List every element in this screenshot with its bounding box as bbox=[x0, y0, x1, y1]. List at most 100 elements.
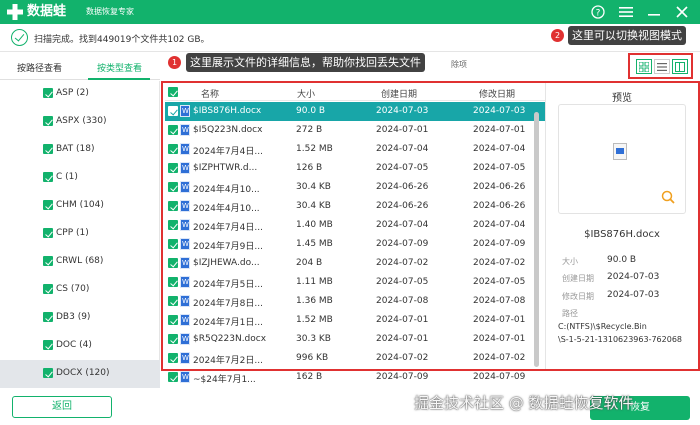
sidebar-item-db3[interactable]: DB3 (9) bbox=[0, 304, 160, 332]
cell-name: 2024年7月5日... bbox=[193, 280, 263, 290]
column-modified[interactable]: 修改日期 bbox=[479, 87, 515, 100]
sidebar-item-cpp[interactable]: CPP (1) bbox=[0, 220, 160, 248]
cell-modified: 2024-07-09 bbox=[473, 372, 526, 382]
checkbox[interactable] bbox=[43, 256, 53, 266]
row-checkbox[interactable] bbox=[168, 315, 178, 325]
sidebar-item-label: BAT (18) bbox=[56, 144, 95, 154]
watermark-text: 掘金技术社区 @ 数据蛙恢复软件 bbox=[414, 394, 634, 412]
checkbox[interactable] bbox=[43, 340, 53, 350]
table-row[interactable]: $R5Q223N.docx 30.3 KB 2024-07-01 2024-07-01 bbox=[165, 330, 545, 349]
back-button[interactable]: 返回 bbox=[12, 396, 112, 418]
cell-name: 2024年7月1日... bbox=[193, 318, 263, 328]
sidebar-item-asp[interactable]: ASP (2) bbox=[0, 80, 160, 108]
sidebar-item-cs[interactable]: CS (70) bbox=[0, 276, 160, 304]
table-row[interactable]: 2024年7月8日... 1.36 MB 2024-07-08 2024-07-08 bbox=[165, 292, 545, 311]
close-icon[interactable] bbox=[673, 3, 691, 21]
tab-by-path[interactable]: 按路径查看 bbox=[17, 61, 62, 74]
row-checkbox[interactable] bbox=[168, 239, 178, 249]
cell-name: 2024年7月4日... bbox=[193, 147, 263, 157]
select-all-checkbox[interactable] bbox=[168, 87, 178, 97]
annotation-badge-2: 2 bbox=[551, 29, 564, 42]
table-row[interactable]: 2024年7月2日... 996 KB 2024-07-02 2024-07-02 bbox=[165, 349, 545, 368]
checkbox[interactable] bbox=[43, 312, 53, 322]
cell-name: 2024年7月2日... bbox=[193, 356, 263, 366]
list-view-icon[interactable] bbox=[654, 59, 670, 74]
preview-size-label: 大小 bbox=[562, 257, 578, 266]
checkbox[interactable] bbox=[43, 200, 53, 210]
table-scrollbar[interactable] bbox=[534, 112, 539, 367]
table-row[interactable]: 2024年4月10... 30.4 KB 2024-06-26 2024-06-26 bbox=[165, 197, 545, 216]
minimize-icon[interactable] bbox=[645, 3, 663, 21]
zoom-icon[interactable] bbox=[661, 190, 675, 204]
row-checkbox[interactable] bbox=[168, 201, 178, 211]
checkbox[interactable] bbox=[43, 144, 53, 154]
row-checkbox[interactable] bbox=[168, 277, 178, 287]
row-checkbox[interactable] bbox=[168, 182, 178, 192]
row-checkbox[interactable] bbox=[168, 353, 178, 363]
table-row[interactable]: 2024年7月1日... 1.52 MB 2024-07-01 2024-07-01 bbox=[165, 311, 545, 330]
cell-created: 2024-06-26 bbox=[376, 182, 429, 192]
table-row[interactable]: ~$24年7月1... 162 B 2024-07-09 2024-07-09 bbox=[165, 368, 545, 387]
view-tabs: 按路径查看 按类型查看 bbox=[0, 52, 160, 80]
row-checkbox[interactable] bbox=[168, 106, 178, 116]
sidebar-item-docx[interactable]: DOCX (120) bbox=[0, 360, 160, 388]
cell-created: 2024-07-01 bbox=[376, 125, 429, 135]
sidebar-item-doc[interactable]: DOC (4) bbox=[0, 332, 160, 360]
grid-view-icon[interactable] bbox=[636, 59, 652, 74]
sidebar-item-aspx[interactable]: ASPX (330) bbox=[0, 108, 160, 136]
checkbox[interactable] bbox=[43, 284, 53, 294]
table-row[interactable]: $IZJHEWA.do... 204 B 2024-07-02 2024-07-02 bbox=[165, 254, 545, 273]
cell-modified: 2024-06-26 bbox=[473, 201, 526, 211]
table-row[interactable]: 2024年7月5日... 1.11 MB 2024-07-05 2024-07-05 bbox=[165, 273, 545, 292]
table-row[interactable]: 2024年4月10... 30.4 KB 2024-06-26 2024-06-26 bbox=[165, 178, 545, 197]
cell-name: 2024年7月8日... bbox=[193, 299, 263, 309]
annotation-badge-1: 1 bbox=[168, 56, 181, 69]
row-checkbox[interactable] bbox=[168, 372, 178, 382]
row-checkbox[interactable] bbox=[168, 144, 178, 154]
docx-file-icon bbox=[180, 105, 190, 117]
view-mode-switch bbox=[628, 53, 693, 79]
checkbox[interactable] bbox=[43, 116, 53, 126]
cell-size: 1.36 MB bbox=[296, 296, 333, 306]
app-subtitle: 数据恢复专家 bbox=[86, 7, 134, 16]
table-row[interactable]: $IBS876H.docx 90.0 B 2024-07-03 2024-07-03 bbox=[165, 102, 545, 121]
tab-by-type[interactable]: 按类型查看 bbox=[97, 61, 142, 74]
cell-name: 2024年4月10... bbox=[193, 204, 260, 214]
checkbox[interactable] bbox=[43, 228, 53, 238]
cell-size: 30.4 KB bbox=[296, 201, 331, 211]
table-header: 名称 大小 创建日期 修改日期 bbox=[165, 83, 545, 101]
table-row[interactable]: 2024年7月4日... 1.40 MB 2024-07-04 2024-07-04 bbox=[165, 216, 545, 235]
row-checkbox[interactable] bbox=[168, 220, 178, 230]
row-checkbox[interactable] bbox=[168, 334, 178, 344]
docx-file-icon bbox=[180, 352, 190, 364]
table-row[interactable]: 2024年7月9日... 1.45 MB 2024-07-09 2024-07-09 bbox=[165, 235, 545, 254]
docx-file-icon bbox=[180, 333, 190, 345]
column-name[interactable]: 名称 bbox=[201, 87, 219, 100]
sidebar-item-crwl[interactable]: CRWL (68) bbox=[0, 248, 160, 276]
sidebar-item-c[interactable]: C (1) bbox=[0, 164, 160, 192]
cell-size: 204 B bbox=[296, 258, 323, 268]
table-row[interactable]: $I5Q223N.docx 272 B 2024-07-01 2024-07-01 bbox=[165, 121, 545, 140]
row-checkbox[interactable] bbox=[168, 163, 178, 173]
cell-modified: 2024-07-09 bbox=[473, 239, 526, 249]
cell-created: 2024-07-03 bbox=[376, 106, 429, 116]
cell-created: 2024-06-26 bbox=[376, 201, 429, 211]
checkbox[interactable] bbox=[43, 88, 53, 98]
sidebar-item-chm[interactable]: CHM (104) bbox=[0, 192, 160, 220]
row-checkbox[interactable] bbox=[168, 258, 178, 268]
detail-view-icon[interactable] bbox=[672, 59, 688, 74]
help-icon[interactable]: ? bbox=[589, 3, 607, 21]
sidebar-item-bat[interactable]: BAT (18) bbox=[0, 136, 160, 164]
table-row[interactable]: $IZPHTWR.d... 126 B 2024-07-05 2024-07-05 bbox=[165, 159, 545, 178]
checkbox[interactable] bbox=[43, 172, 53, 182]
menu-icon[interactable] bbox=[617, 3, 635, 21]
preview-created-label: 创建日期 bbox=[562, 274, 594, 283]
checkbox[interactable] bbox=[43, 368, 53, 378]
cell-modified: 2024-06-26 bbox=[473, 182, 526, 192]
row-checkbox[interactable] bbox=[168, 125, 178, 135]
table-row[interactable]: 2024年7月4日... 1.52 MB 2024-07-04 2024-07-04 bbox=[165, 140, 545, 159]
column-created[interactable]: 创建日期 bbox=[381, 87, 417, 100]
row-checkbox[interactable] bbox=[168, 296, 178, 306]
column-size[interactable]: 大小 bbox=[297, 87, 315, 100]
docx-file-icon bbox=[180, 219, 190, 231]
